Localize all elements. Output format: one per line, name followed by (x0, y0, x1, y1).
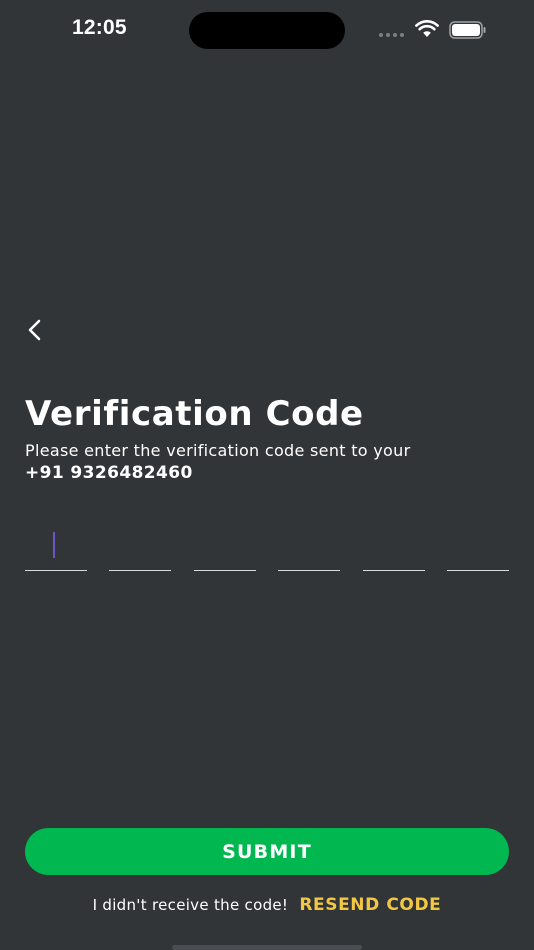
signal-dots-icon (379, 33, 404, 37)
dynamic-island (189, 12, 345, 49)
chevron-left-icon (28, 319, 41, 341)
otp-digit-5[interactable] (362, 520, 425, 571)
instruction-text: Please enter the verification code sent … (25, 441, 411, 460)
status-time: 12:05 (72, 16, 127, 39)
phone-number: +91 9326482460 (25, 463, 193, 483)
otp-input-row (25, 520, 509, 572)
resend-row: I didn't receive the code! RESEND CODE (0, 895, 534, 915)
submit-button[interactable]: SUBMIT (25, 828, 509, 875)
page-title: Verification Code (25, 394, 364, 434)
wifi-icon (415, 20, 439, 37)
otp-digit-6[interactable] (447, 520, 509, 571)
verification-screen: 12:05 Verification Code Please enter the… (0, 0, 534, 950)
otp-digit-1[interactable] (25, 520, 87, 571)
home-indicator (172, 945, 362, 950)
resend-code-link[interactable]: RESEND CODE (299, 895, 441, 915)
otp-digit-2[interactable] (109, 520, 172, 571)
otp-digit-4[interactable] (278, 520, 341, 571)
back-button[interactable] (18, 312, 50, 348)
otp-digit-3[interactable] (193, 520, 256, 571)
resend-prompt: I didn't receive the code! (92, 896, 289, 914)
battery-icon (449, 21, 486, 39)
text-cursor (53, 532, 55, 558)
